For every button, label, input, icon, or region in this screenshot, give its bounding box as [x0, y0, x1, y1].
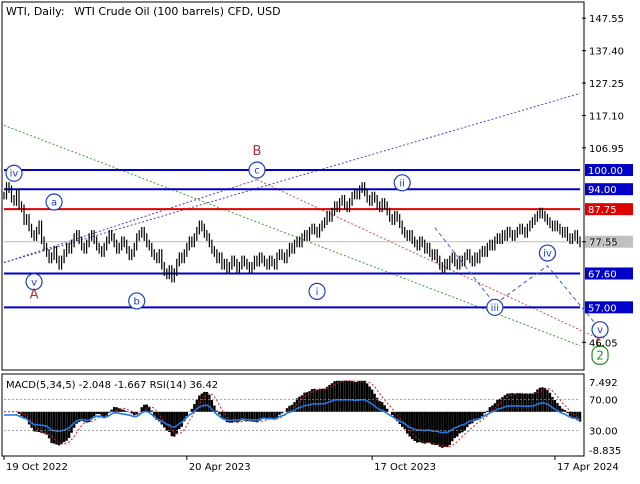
y-tick-label: 77.55 [589, 238, 618, 249]
level-price-label: 87.75 [588, 205, 617, 216]
y-tick-label: 46.05 [589, 338, 618, 349]
y-tick-label: 106.95 [589, 144, 624, 155]
y-tick-label: 147.55 [589, 14, 624, 25]
wave-label: iv [543, 249, 552, 260]
x-tick-label: 17 Oct 2023 [374, 462, 436, 473]
wave-label: iv [10, 169, 19, 180]
wave-label: c [254, 166, 260, 177]
x-tick-label: 19 Oct 2022 [6, 462, 68, 473]
level-price-label: 67.60 [588, 269, 617, 280]
chart-title: WTI, Daily: WTI Crude Oil (100 barrels) … [6, 5, 281, 18]
level-price-label: 57.00 [588, 303, 617, 314]
wave-label: B [252, 144, 261, 159]
chart-window[interactable]: 100.00 94.00 87.75 67.60 57.00 77.55 iv a v Ab c B… [0, 0, 640, 480]
wave-label: b [134, 296, 140, 307]
level-price-label: 100.00 [588, 166, 623, 177]
indicator-tick-label: 30.00 [589, 427, 618, 438]
y-tick-label: 137.40 [589, 47, 624, 58]
wave-label: i [316, 287, 319, 298]
wave-label: a [51, 197, 57, 208]
x-tick-label: 20 Apr 2023 [189, 462, 251, 473]
wave-label: 2 [596, 349, 604, 363]
instrument-description: WTI Crude Oil (100 barrels) CFD, USD [74, 5, 280, 18]
indicator-tick-label: 70.00 [589, 395, 618, 406]
indicator-tick-label: 7.492 [589, 378, 618, 389]
wave-label: iii [491, 303, 499, 314]
indicator-tick-label: -8.835 [589, 446, 621, 457]
chart-canvas[interactable]: 100.0094.0087.7567.6057.0077.55 ivavA bcB… [0, 0, 640, 480]
symbol-label: WTI, Daily: [6, 5, 65, 18]
wave-label: ii [399, 178, 405, 189]
indicator-readout: MACD(5,34,5) -2.048 -1.667 RSI(14) 36.42 [6, 380, 218, 391]
level-price-label: 94.00 [588, 185, 617, 196]
y-tick-label: 127.25 [589, 79, 624, 90]
wave-label: A [30, 288, 39, 303]
y-tick-label: 117.10 [589, 111, 624, 122]
x-tick-label: 17 Apr 2024 [557, 462, 619, 473]
